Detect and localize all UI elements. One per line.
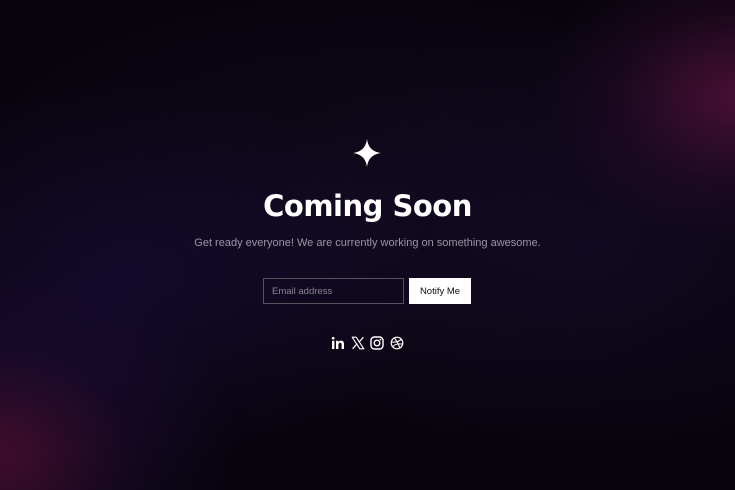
x-twitter-link[interactable] bbox=[351, 336, 365, 350]
page-title: Coming Soon bbox=[263, 189, 472, 223]
linkedin-icon bbox=[331, 336, 345, 350]
page-subtitle: Get ready everyone! We are currently wor… bbox=[194, 237, 541, 249]
email-field[interactable] bbox=[263, 278, 404, 304]
dribbble-link[interactable] bbox=[390, 336, 404, 350]
instagram-icon bbox=[370, 336, 384, 350]
x-twitter-icon bbox=[351, 336, 365, 350]
notify-form: Notify Me bbox=[263, 278, 471, 304]
notify-me-button[interactable]: Notify Me bbox=[409, 278, 471, 304]
four-point-star-icon bbox=[353, 139, 381, 167]
linkedin-link[interactable] bbox=[331, 336, 345, 350]
social-links bbox=[331, 336, 405, 350]
instagram-link[interactable] bbox=[370, 336, 384, 350]
coming-soon-page: Coming Soon Get ready everyone! We are c… bbox=[0, 0, 735, 490]
dribbble-icon bbox=[390, 336, 404, 350]
